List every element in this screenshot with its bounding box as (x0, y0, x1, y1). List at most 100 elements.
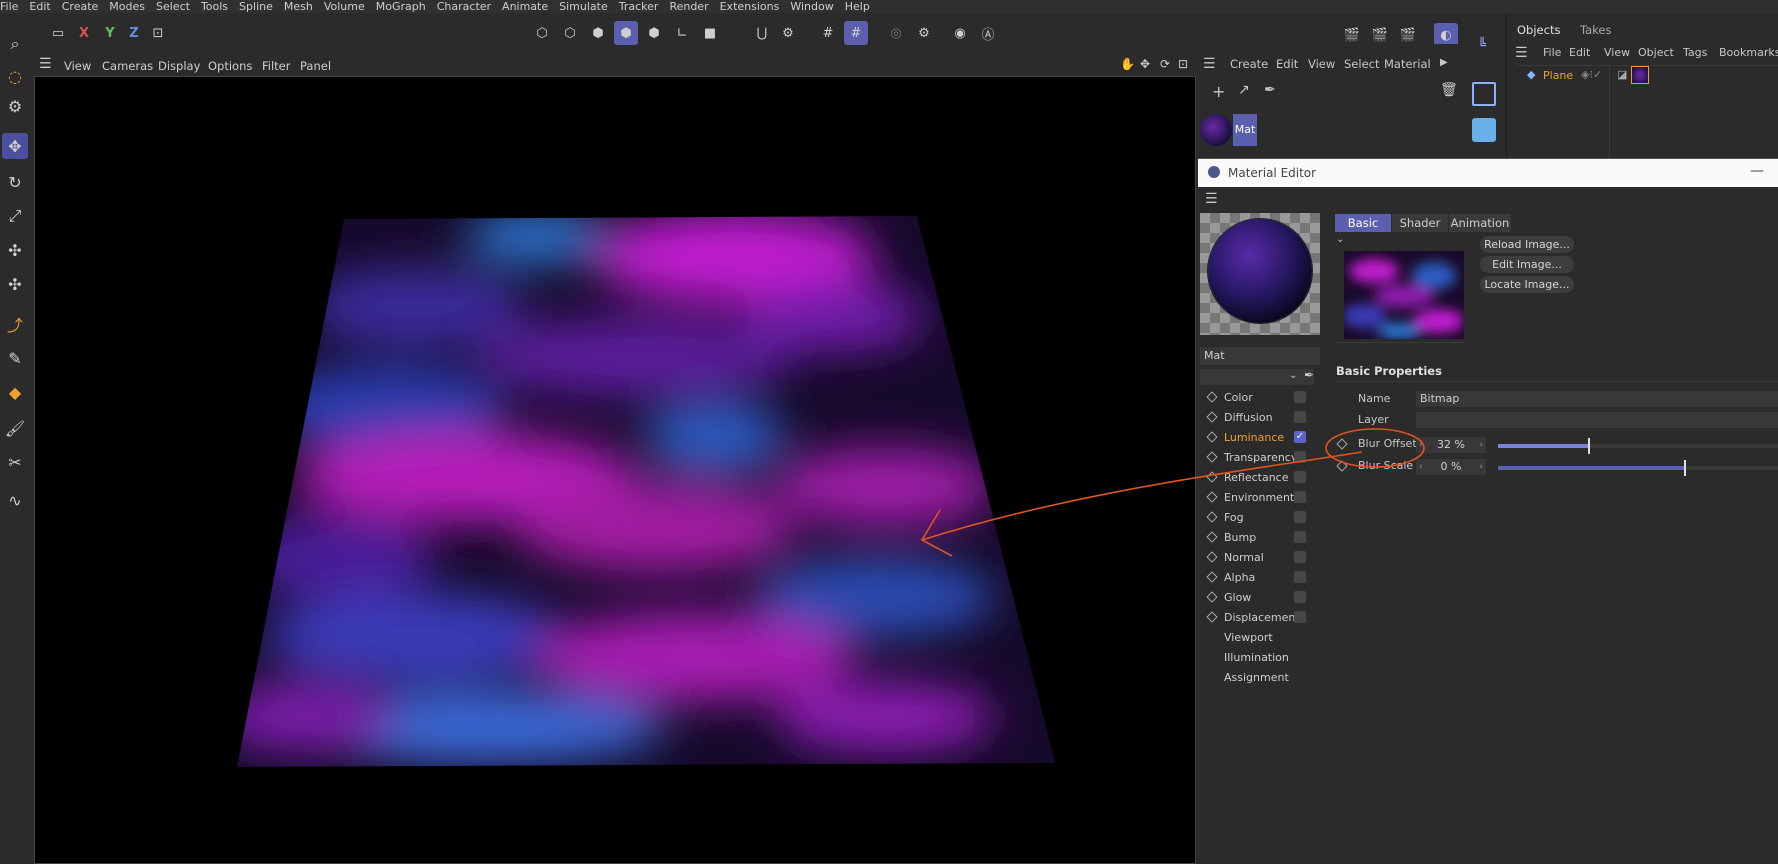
cube-primitive-icon[interactable] (1472, 118, 1496, 142)
add-material-icon[interactable]: + (1212, 82, 1225, 101)
obj-menu-view[interactable]: View (1604, 46, 1630, 59)
menu-help[interactable]: Help (845, 1, 870, 13)
obj-menu-tags[interactable]: Tags (1683, 46, 1707, 59)
tab-shader[interactable]: Shader (1392, 214, 1448, 232)
channel-reflectance[interactable]: Reflectance (1198, 469, 1328, 489)
mm-more-arrow-icon[interactable]: ▶ (1440, 57, 1448, 68)
objects-hamburger-icon[interactable]: ☰ (1515, 45, 1528, 61)
z-axis-lock[interactable]: Z (122, 21, 146, 45)
channel-checkbox[interactable] (1294, 611, 1306, 623)
channel-checkbox[interactable] (1294, 571, 1306, 583)
eyedropper-icon[interactable]: ✒ (1264, 82, 1276, 98)
reload-image-button[interactable]: Reload Image... (1480, 236, 1574, 253)
edit-image-button[interactable]: Edit Image... (1480, 256, 1574, 273)
blur-scale-slider[interactable] (1498, 460, 1778, 476)
menu-animate[interactable]: Animate (502, 1, 548, 13)
mm-menu-create[interactable]: Create (1230, 57, 1268, 71)
blur-offset-keyframe-icon[interactable] (1336, 438, 1348, 450)
scale-tool-icon[interactable]: ⤢ (2, 203, 28, 229)
undo-history-icon[interactable]: ▭ (46, 21, 70, 45)
paint-brush-icon[interactable]: 🖌 (2, 415, 28, 441)
material-label[interactable]: Mat (1233, 114, 1257, 146)
shader-name-field[interactable]: Bitmap (1416, 391, 1778, 407)
channel-fog[interactable]: Fog (1198, 509, 1328, 529)
channel-checkbox[interactable] (1294, 591, 1306, 603)
material-manager-hamburger-icon[interactable]: ☰ (1203, 56, 1216, 72)
spline-smooth-icon[interactable]: ∿ (2, 487, 28, 513)
move-tool-icon[interactable]: ✥ (2, 133, 28, 159)
locate-image-button[interactable]: Locate Image... (1480, 276, 1574, 293)
channel-checkbox[interactable] (1294, 551, 1306, 563)
model-mode-icon[interactable]: ⬢ (614, 21, 638, 45)
texture-tag-icon[interactable]: ◪ (1617, 68, 1627, 81)
mm-menu-select[interactable]: Select (1344, 57, 1379, 71)
solo-mode-icon[interactable]: ■ (698, 21, 722, 45)
keyframe-diamond-icon[interactable] (1206, 611, 1218, 623)
channel-checkbox[interactable] (1294, 471, 1306, 483)
channel-checkbox[interactable] (1294, 531, 1306, 543)
delete-material-icon[interactable]: 🗑 (1440, 82, 1458, 98)
section-illumination[interactable]: Illumination (1198, 649, 1328, 669)
eyedropper-picker-icon[interactable]: ✒ (1304, 368, 1314, 382)
menu-modes[interactable]: Modes (109, 1, 145, 13)
rotate-tool-icon[interactable]: ↻ (2, 169, 28, 195)
increment-arrow-icon[interactable]: › (1479, 437, 1483, 453)
rectangle-object-icon[interactable] (1472, 82, 1496, 106)
blur-scale-input[interactable]: ‹ 0 % › (1416, 459, 1486, 475)
editor-hamburger-icon[interactable]: ☰ (1205, 191, 1218, 207)
material-tag-icon[interactable] (1631, 66, 1649, 84)
keyframe-diamond-icon[interactable] (1206, 571, 1218, 583)
render-region-icon[interactable]: ◎ (884, 21, 908, 45)
keyframe-diamond-icon[interactable] (1206, 511, 1218, 523)
decrement-arrow-icon[interactable]: ‹ (1419, 437, 1423, 453)
keyframe-diamond-icon[interactable] (1206, 391, 1218, 403)
align-tool-icon[interactable]: ✣ (2, 271, 28, 297)
channel-alpha[interactable]: Alpha (1198, 569, 1328, 589)
tab-objects[interactable]: Objects (1517, 23, 1560, 37)
obj-menu-edit[interactable]: Edit (1569, 46, 1590, 59)
menu-edit[interactable]: Edit (29, 1, 50, 13)
snap-settings-icon[interactable]: ⚙ (776, 21, 800, 45)
menu-extensions[interactable]: Extensions (720, 1, 780, 13)
tab-basic[interactable]: Basic (1335, 214, 1391, 232)
spline-tool-icon[interactable]: ⤴ (2, 311, 28, 337)
keyframe-diamond-icon[interactable] (1206, 451, 1218, 463)
bitmap-thumbnail[interactable] (1344, 251, 1464, 339)
minimize-icon[interactable]: — (1750, 163, 1764, 179)
channel-diffusion[interactable]: Diffusion (1198, 409, 1328, 429)
channel-displacement[interactable]: Displacement (1198, 609, 1328, 629)
grid-snap-icon[interactable]: # (816, 21, 840, 45)
object-row-plane[interactable]: Plane (1543, 69, 1573, 82)
edges-mode-icon[interactable]: ⬡ (558, 21, 582, 45)
move-view-icon[interactable]: ✥ (1140, 57, 1150, 71)
menu-volume[interactable]: Volume (324, 1, 365, 13)
chevron-down-icon[interactable]: ⌄ (1289, 370, 1297, 381)
collapse-chevron-icon[interactable]: ⌄ (1336, 234, 1344, 245)
obj-menu-file[interactable]: File (1543, 46, 1561, 59)
menu-file[interactable]: File (0, 1, 18, 13)
keyframe-diamond-icon[interactable] (1206, 411, 1218, 423)
menu-spline[interactable]: Spline (239, 1, 273, 13)
channel-luminance[interactable]: Luminance ✓ (1198, 429, 1328, 449)
layer-field[interactable] (1416, 412, 1778, 428)
material-name-field[interactable]: Mat (1200, 347, 1320, 365)
mm-menu-edit[interactable]: Edit (1276, 57, 1298, 71)
section-assignment[interactable]: Assignment (1198, 669, 1328, 689)
channel-checkbox[interactable] (1294, 411, 1306, 423)
blur-scale-slider-handle[interactable] (1684, 460, 1686, 476)
increment-arrow-icon[interactable]: › (1479, 459, 1483, 475)
menu-mesh[interactable]: Mesh (284, 1, 313, 13)
y-axis-lock[interactable]: Y (98, 21, 122, 45)
blur-offset-slider[interactable] (1498, 438, 1778, 454)
render-view-icon[interactable]: ◉ (948, 21, 972, 45)
tool-settings-icon[interactable]: ⚙ (2, 93, 28, 119)
menu-tracker[interactable]: Tracker (619, 1, 659, 13)
menu-tools[interactable]: Tools (201, 1, 228, 13)
channel-glow[interactable]: Glow (1198, 589, 1328, 609)
menu-character[interactable]: Character (437, 1, 491, 13)
3d-viewport[interactable] (34, 76, 1196, 864)
menu-render[interactable]: Render (669, 1, 708, 13)
maximize-view-icon[interactable]: ⊡ (1178, 57, 1188, 71)
channel-bump[interactable]: Bump (1198, 529, 1328, 549)
menu-simulate[interactable]: Simulate (559, 1, 608, 13)
